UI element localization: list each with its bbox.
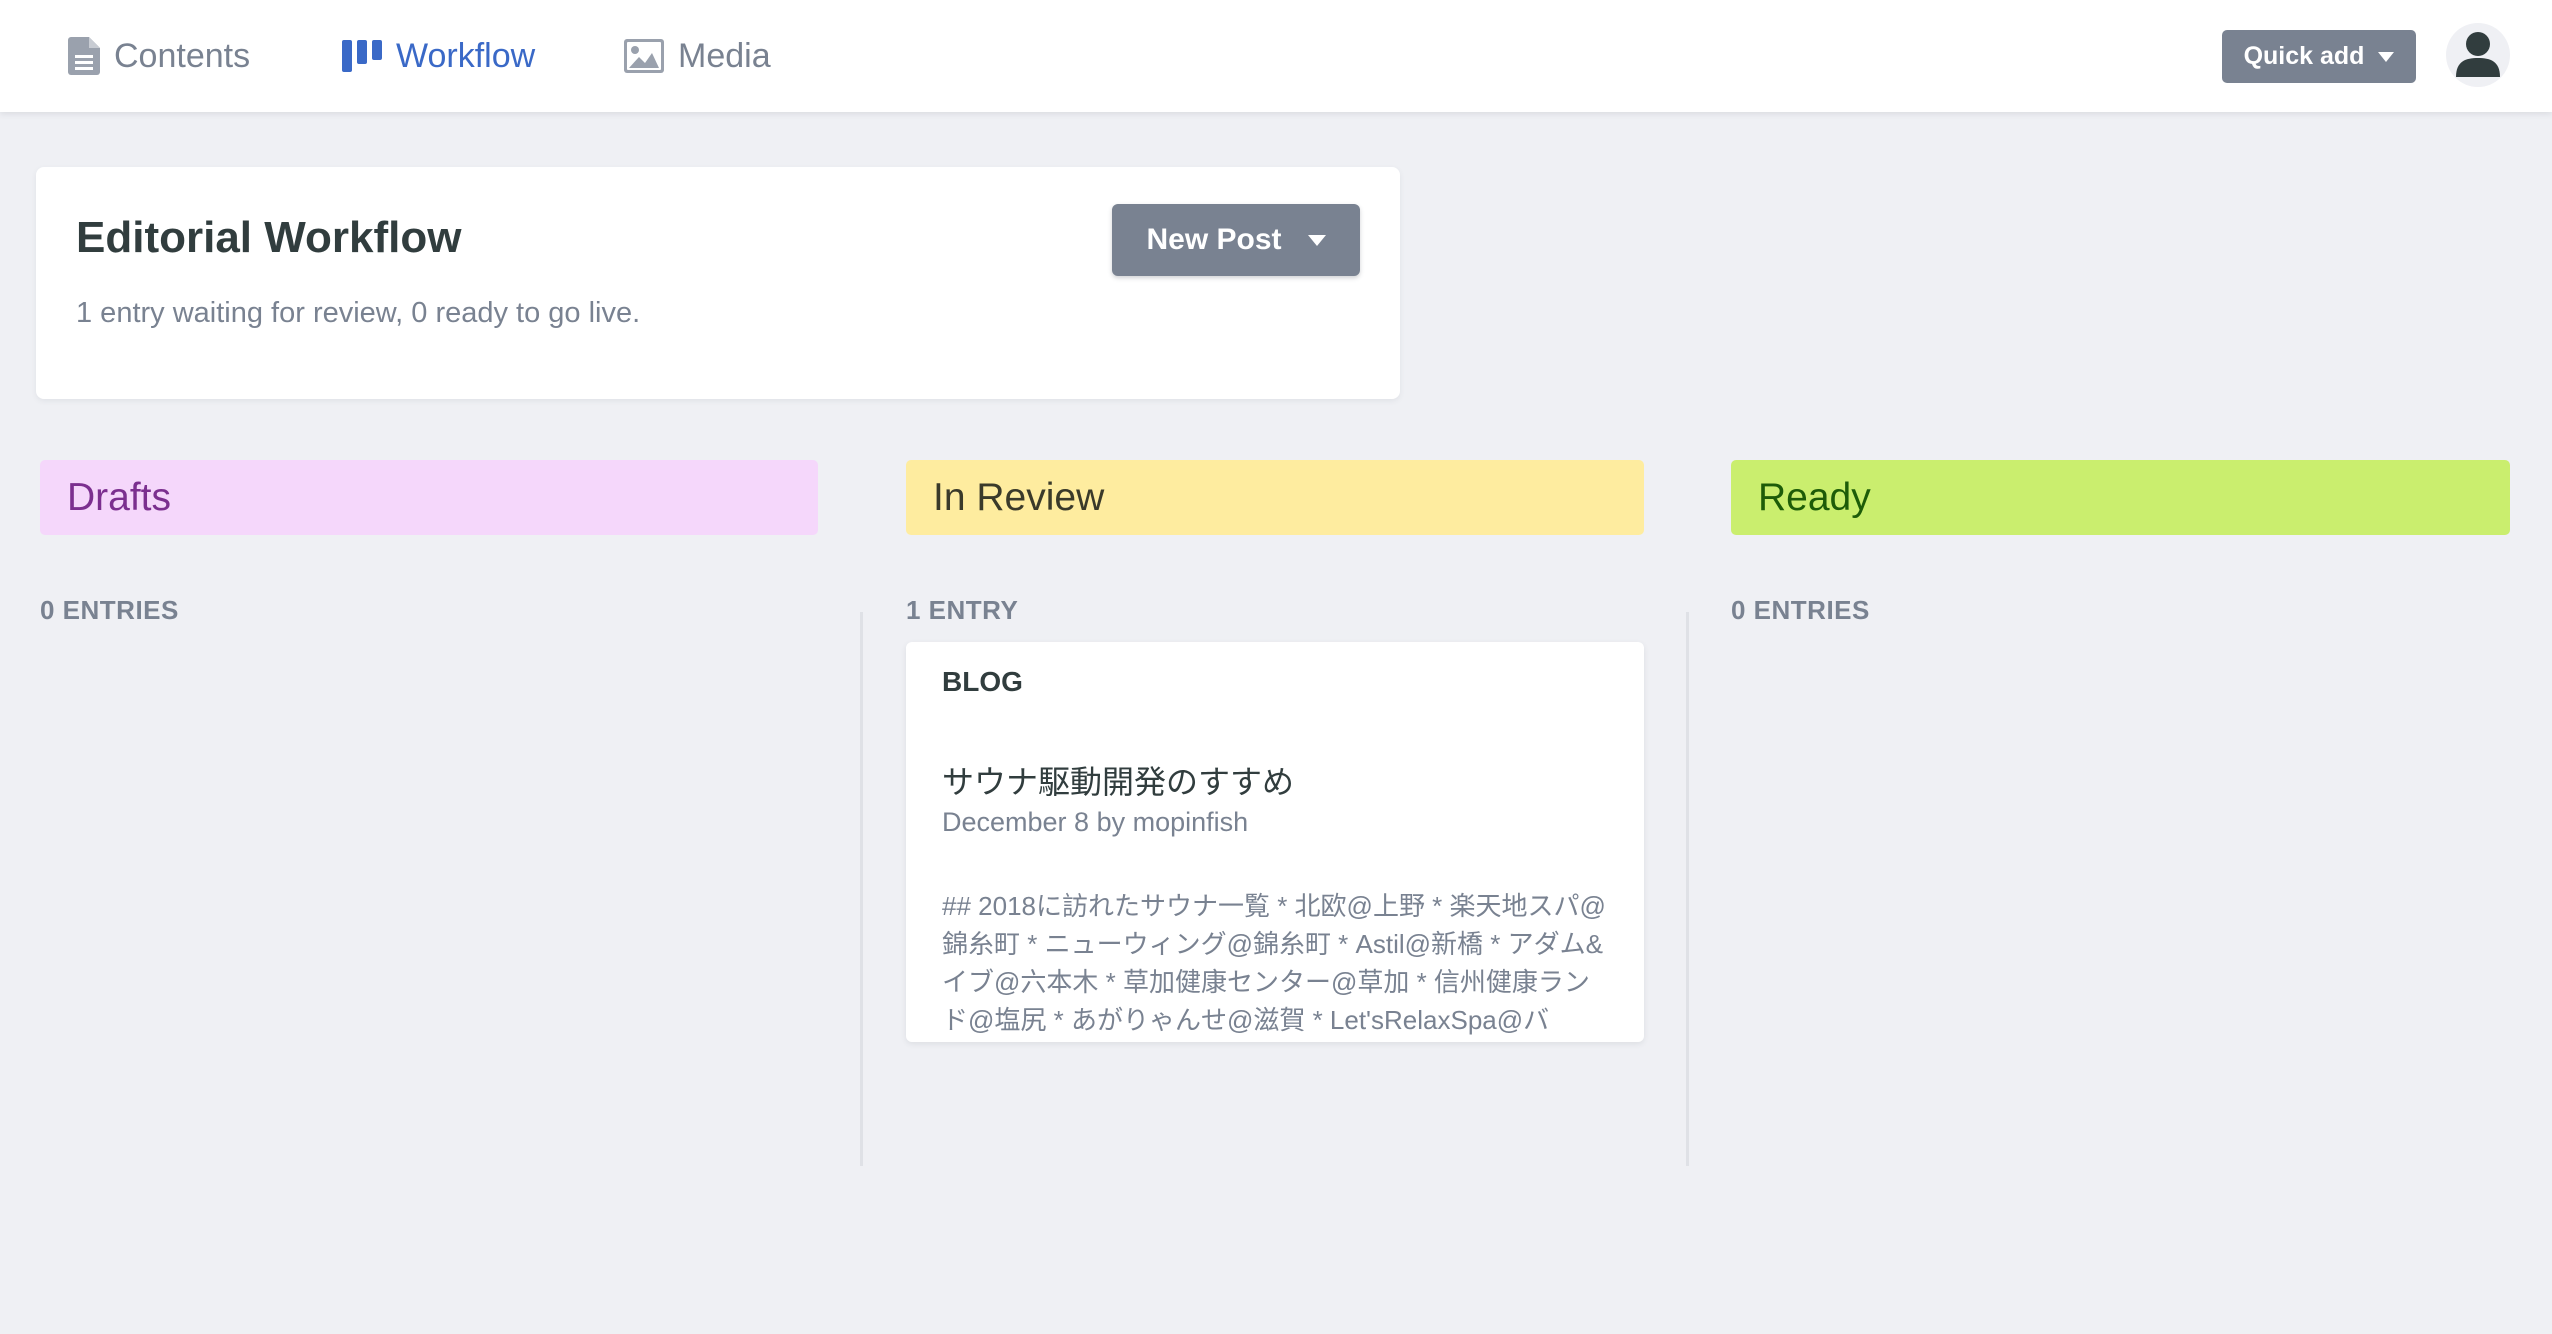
entry-title: サウナ駆動開発のすすめ: [942, 764, 1295, 800]
nav-workflow[interactable]: Workflow: [342, 0, 535, 112]
top-navigation-bar: Contents Workflow Media Quick add: [0, 0, 2552, 112]
nav-media[interactable]: Media: [624, 0, 771, 112]
entry-excerpt: ## 2018に訪れたサウナ一覧 * 北欧@上野 * 楽天地スパ@錦糸町 * ニ…: [942, 891, 1606, 1035]
new-post-label: New Post: [1146, 223, 1282, 256]
user-icon: [2456, 32, 2500, 77]
image-icon: [624, 39, 664, 73]
column-count-ready: 0 ENTRIES: [1731, 595, 1870, 625]
avatar[interactable]: [2446, 23, 2510, 87]
workflow-header-card: Editorial Workflow 1 entry waiting for r…: [36, 167, 1400, 399]
nav-contents-label: Contents: [114, 36, 251, 75]
workflow-summary: 1 entry waiting for review, 0 ready to g…: [76, 297, 641, 329]
column-divider: [1686, 612, 1689, 1166]
column-divider: [860, 612, 863, 1166]
entry-card[interactable]: BLOG サウナ駆動開発のすすめ December 8 by mopinfish…: [906, 642, 1644, 1042]
nav-media-label: Media: [678, 36, 771, 75]
column-count-in-review: 1 ENTRY: [906, 595, 1019, 625]
nav-workflow-label: Workflow: [396, 36, 536, 75]
column-header-in-review: In Review: [906, 460, 1644, 535]
column-header-drafts: Drafts: [40, 460, 818, 535]
quick-add-label: Quick add: [2243, 42, 2365, 70]
column-count-drafts: 0 ENTRIES: [40, 595, 179, 625]
entry-collection: BLOG: [942, 666, 1023, 697]
quick-add-button[interactable]: Quick add: [2222, 30, 2416, 83]
page-title: Editorial Workflow: [76, 213, 462, 262]
nav-contents[interactable]: Contents: [68, 0, 250, 112]
kanban-icon: [342, 40, 382, 72]
document-icon: [68, 37, 100, 75]
entry-meta: December 8 by mopinfish: [942, 807, 1249, 837]
new-post-button[interactable]: New Post: [1112, 204, 1360, 276]
chevron-down-icon: [2378, 51, 2395, 62]
chevron-down-icon: [1307, 234, 1326, 246]
column-header-ready: Ready: [1731, 460, 2510, 535]
